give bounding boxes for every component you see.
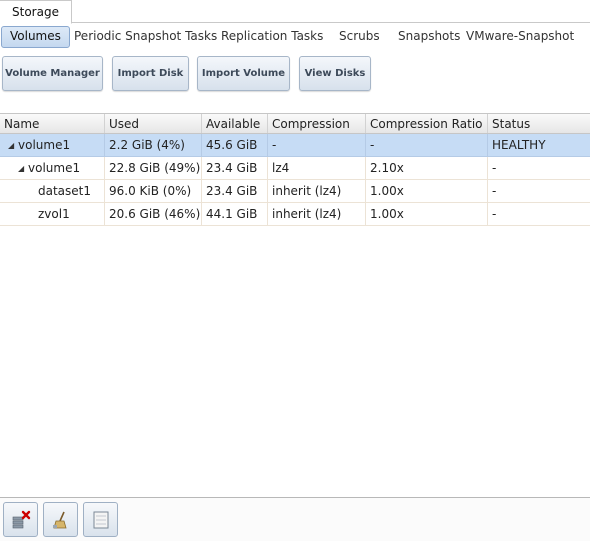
cell-name: dataset1: [0, 180, 105, 202]
cell-name: ◢ volume1: [0, 157, 105, 179]
table-row[interactable]: zvol1 20.6 GiB (46%) 44.1 GiB inherit (l…: [0, 203, 590, 226]
column-header-available[interactable]: Available: [201, 114, 267, 133]
row-name-text: zvol1: [38, 207, 70, 221]
cell-status: HEALTHY: [487, 134, 590, 156]
row-name-text: volume1: [28, 161, 81, 175]
detach-volume-button[interactable]: [3, 502, 38, 537]
cell-compression: -: [267, 134, 365, 156]
row-name-text: volume1: [18, 138, 71, 152]
subtab-replication-tasks[interactable]: Replication Tasks: [221, 26, 323, 48]
cell-name: zvol1: [0, 203, 105, 225]
volume-manager-button[interactable]: Volume Manager: [2, 56, 103, 91]
cell-compression-ratio: -: [365, 134, 487, 156]
cell-status: -: [487, 157, 590, 179]
cell-compression: inherit (lz4): [267, 203, 365, 225]
cell-compression-ratio: 2.10x: [365, 157, 487, 179]
storage-subtabs: Volumes Periodic Snapshot Tasks Replicat…: [0, 24, 590, 50]
volumes-grid: Name Used Available Compression Compress…: [0, 113, 590, 226]
subtab-snapshots[interactable]: Snapshots: [398, 26, 460, 48]
subtab-volumes[interactable]: Volumes: [1, 26, 70, 48]
table-row[interactable]: ◢ volume1 2.2 GiB (4%) 45.6 GiB - - HEALT…: [0, 134, 590, 157]
expand-toggle-icon[interactable]: ◢: [18, 164, 28, 173]
view-disks-button[interactable]: View Disks: [299, 56, 371, 91]
cell-compression: inherit (lz4): [267, 180, 365, 202]
subtab-vmware-snapshot[interactable]: VMware-Snapshot: [466, 26, 574, 48]
import-disk-button[interactable]: Import Disk: [112, 56, 189, 91]
subtab-scrubs[interactable]: Scrubs: [339, 26, 380, 48]
cell-compression-ratio: 1.00x: [365, 203, 487, 225]
cell-available: 23.4 GiB: [201, 157, 267, 179]
cell-compression: lz4: [267, 157, 365, 179]
grid-header: Name Used Available Compression Compress…: [0, 113, 590, 134]
subtab-periodic-snapshot-tasks[interactable]: Periodic Snapshot Tasks: [74, 26, 217, 48]
tab-storage[interactable]: Storage: [0, 0, 72, 24]
cell-status: -: [487, 203, 590, 225]
detach-volume-icon: [12, 510, 31, 529]
cell-compression-ratio: 1.00x: [365, 180, 487, 202]
cell-available: 23.4 GiB: [201, 180, 267, 202]
column-header-name[interactable]: Name: [0, 114, 105, 133]
cell-available: 44.1 GiB: [201, 203, 267, 225]
row-name-text: dataset1: [38, 184, 92, 198]
scrub-volume-icon: [53, 511, 67, 529]
cell-name: ◢ volume1: [0, 134, 105, 156]
column-header-compression[interactable]: Compression: [267, 114, 365, 133]
cell-used: 96.0 KiB (0%): [104, 180, 201, 202]
column-header-used[interactable]: Used: [104, 114, 201, 133]
volume-toolbar: [0, 497, 590, 541]
import-volume-button[interactable]: Import Volume: [197, 56, 290, 91]
scrub-volume-button[interactable]: [43, 502, 78, 537]
cell-available: 45.6 GiB: [201, 134, 267, 156]
cell-used: 22.8 GiB (49%): [104, 157, 201, 179]
cell-status: -: [487, 180, 590, 202]
cell-used: 20.6 GiB (46%): [104, 203, 201, 225]
volume-status-button[interactable]: [83, 502, 118, 537]
cell-used: 2.2 GiB (4%): [104, 134, 201, 156]
volume-status-icon: [93, 511, 109, 529]
top-tab-bar: Storage: [0, 0, 590, 24]
volume-actions: Volume Manager Import Disk Import Volume…: [0, 54, 590, 94]
column-header-status[interactable]: Status: [487, 114, 590, 133]
table-row[interactable]: ◢ volume1 22.8 GiB (49%) 23.4 GiB lz4 2.1…: [0, 157, 590, 180]
expand-toggle-icon[interactable]: ◢: [8, 141, 18, 150]
table-row[interactable]: dataset1 96.0 KiB (0%) 23.4 GiB inherit …: [0, 180, 590, 203]
column-header-compression-ratio[interactable]: Compression Ratio: [365, 114, 487, 133]
